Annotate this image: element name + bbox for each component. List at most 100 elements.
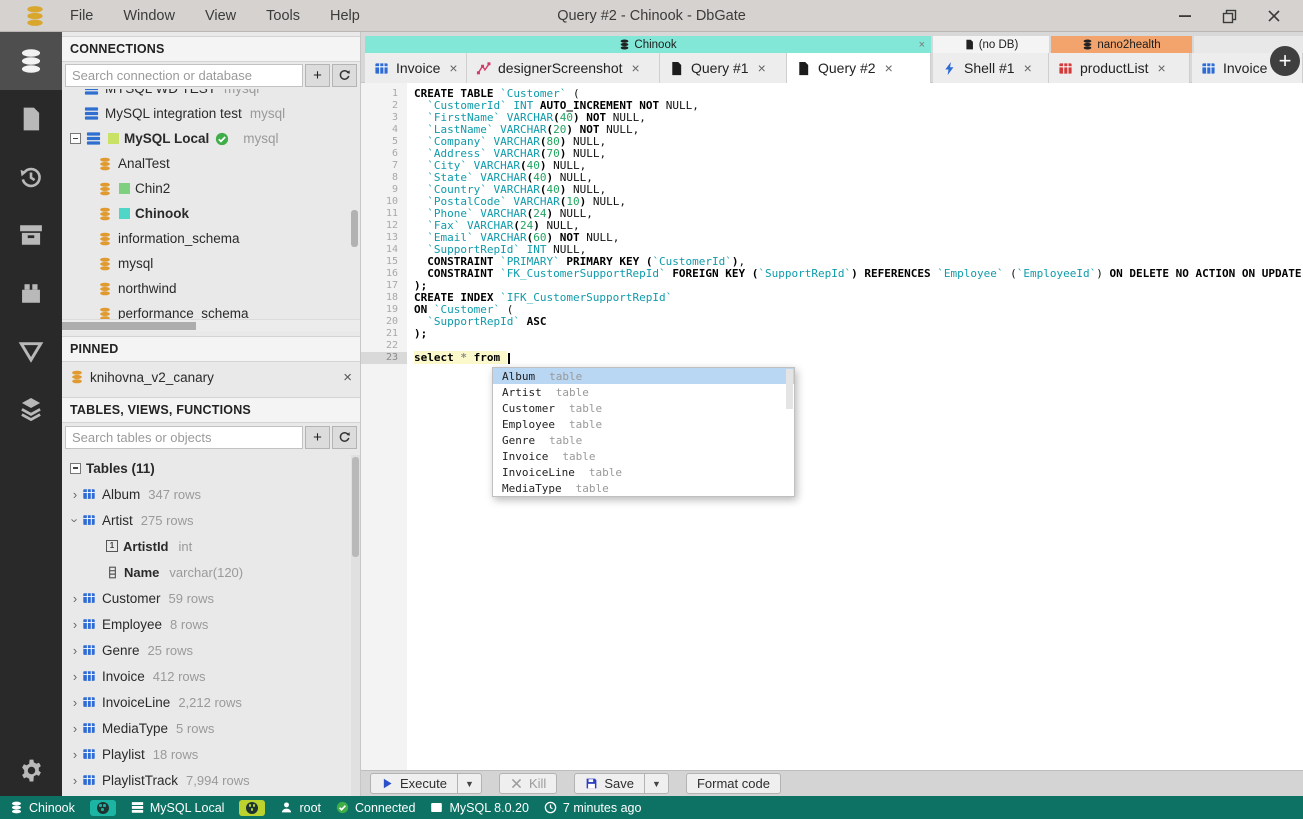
- autocomplete-item-album[interactable]: Album table: [493, 368, 794, 384]
- tab-shell-1[interactable]: Shell #1 ×: [933, 53, 1049, 83]
- status-chinook[interactable]: Chinook: [10, 801, 75, 815]
- tab-invoice[interactable]: Invoice ×: [365, 53, 467, 83]
- refresh-tables-button[interactable]: [332, 426, 357, 449]
- chevron-down-icon[interactable]: ›: [68, 513, 83, 527]
- close-group-icon[interactable]: ×: [919, 39, 925, 51]
- autocomplete-item-artist[interactable]: Artist table: [493, 384, 794, 400]
- chevron-right-icon[interactable]: ›: [68, 669, 82, 684]
- autocomplete-item-invoiceline[interactable]: InvoiceLine table: [493, 464, 794, 480]
- tab-query-2[interactable]: Query #2 ×: [787, 53, 931, 83]
- save-button[interactable]: Save: [574, 773, 645, 794]
- database-mysql[interactable]: mysql: [62, 251, 360, 276]
- code-line-18[interactable]: CREATE INDEX `IFK_CustomerSupportRepId`: [407, 292, 1303, 304]
- database-analtest[interactable]: AnalTest: [62, 151, 360, 176]
- table-row-album[interactable]: › Album 347 rows: [62, 481, 360, 507]
- connections-vertical-scrollbar[interactable]: [351, 210, 358, 247]
- tab-designerscreenshot[interactable]: designerScreenshot ×: [467, 53, 660, 83]
- close-tab-icon[interactable]: ×: [758, 60, 766, 76]
- connection-mysql-local[interactable]: MySQL Local mysql: [62, 126, 360, 151]
- tables-search-input[interactable]: [65, 426, 303, 449]
- chevron-right-icon[interactable]: ›: [68, 643, 82, 658]
- status-mysql-8-0-20[interactable]: MySQL 8.0.20: [430, 801, 529, 815]
- add-table-button[interactable]: +: [305, 426, 330, 449]
- plugins-icon[interactable]: [0, 264, 62, 322]
- database-performance-schema[interactable]: performance_schema: [62, 301, 360, 319]
- table-row-invoiceline[interactable]: › InvoiceLine 2,212 rows: [62, 689, 360, 715]
- chevron-right-icon[interactable]: ›: [68, 773, 82, 788]
- menu-help[interactable]: Help: [330, 8, 360, 24]
- unpin-close-icon[interactable]: ×: [343, 369, 352, 386]
- autocomplete-item-mediatype[interactable]: MediaType table: [493, 480, 794, 496]
- collapse-icon[interactable]: [70, 133, 81, 144]
- table-row-mediatype[interactable]: › MediaType 5 rows: [62, 715, 360, 741]
- database-chinook[interactable]: Chinook: [62, 201, 360, 226]
- connections-search-input[interactable]: [65, 64, 303, 87]
- code-line-22[interactable]: [407, 340, 1303, 352]
- tab-group-nano2health[interactable]: nano2health: [1051, 36, 1192, 53]
- status-connected[interactable]: Connected: [336, 801, 415, 815]
- status-badge[interactable]: [239, 799, 266, 816]
- execute-dropdown-button[interactable]: ▼: [457, 773, 482, 794]
- execute-button[interactable]: Execute: [370, 773, 458, 794]
- tables-group-row[interactable]: Tables (11): [62, 455, 360, 481]
- add-connection-button[interactable]: +: [305, 64, 330, 87]
- table-row-playlist[interactable]: › Playlist 18 rows: [62, 741, 360, 767]
- autocomplete-scrollbar[interactable]: [786, 369, 793, 409]
- database-information-schema[interactable]: information_schema: [62, 226, 360, 251]
- connections-database-icon[interactable]: [0, 32, 62, 90]
- chevron-right-icon[interactable]: ›: [68, 591, 82, 606]
- refresh-connections-button[interactable]: [332, 64, 357, 87]
- autocomplete-item-employee[interactable]: Employee table: [493, 416, 794, 432]
- collapse-icon[interactable]: [70, 462, 81, 474]
- table-row-playlisttrack[interactable]: › PlaylistTrack 7,994 rows: [62, 767, 360, 793]
- code-line-16[interactable]: CONSTRAINT `FK_CustomerSupportRepId` FOR…: [407, 268, 1303, 280]
- save-dropdown-button[interactable]: ▼: [644, 773, 669, 794]
- menu-window[interactable]: Window: [123, 8, 175, 24]
- chevron-right-icon[interactable]: ›: [68, 747, 82, 762]
- restore-button[interactable]: [1222, 9, 1237, 24]
- status-root[interactable]: root: [280, 801, 321, 815]
- format-code-button[interactable]: Format code: [685, 773, 781, 794]
- close-tab-icon[interactable]: ×: [632, 60, 640, 76]
- new-tab-button[interactable]: +: [1270, 46, 1300, 76]
- column-row-artistid[interactable]: 1 ArtistId int: [62, 533, 360, 559]
- connection-mysql-integration-test[interactable]: MySQL integration test mysql: [62, 101, 360, 126]
- connection-mysql-wd-test[interactable]: MYSQL WD TEST mysql: [62, 89, 360, 101]
- table-row-genre[interactable]: › Genre 25 rows: [62, 637, 360, 663]
- table-row-customer[interactable]: › Customer 59 rows: [62, 585, 360, 611]
- tab-group-chinook[interactable]: Chinook ×: [365, 36, 931, 53]
- connections-horizontal-scrollbar[interactable]: [62, 319, 360, 331]
- query-designer-icon[interactable]: [0, 322, 62, 380]
- menu-file[interactable]: File: [70, 8, 93, 24]
- app-layers-icon[interactable]: [0, 380, 62, 438]
- status-badge[interactable]: [89, 799, 116, 816]
- table-row-employee[interactable]: › Employee 8 rows: [62, 611, 360, 637]
- archive-icon[interactable]: [0, 206, 62, 264]
- tables-vertical-scrollbar[interactable]: [351, 455, 360, 796]
- close-tab-icon[interactable]: ×: [885, 60, 893, 76]
- code-line-20[interactable]: `SupportRepId` ASC: [407, 316, 1303, 328]
- chevron-right-icon[interactable]: ›: [68, 721, 82, 736]
- menu-tools[interactable]: Tools: [266, 8, 300, 24]
- code-line-23[interactable]: select * from: [407, 351, 1303, 364]
- table-row-artist[interactable]: › Artist 275 rows: [62, 507, 360, 533]
- minimize-button[interactable]: [1178, 9, 1192, 23]
- files-icon[interactable]: [0, 90, 62, 148]
- close-tab-icon[interactable]: ×: [1024, 60, 1032, 76]
- close-window-button[interactable]: [1267, 9, 1281, 23]
- chevron-right-icon[interactable]: ›: [68, 695, 82, 710]
- tab-query-1[interactable]: Query #1 ×: [660, 53, 787, 83]
- autocomplete-item-invoice[interactable]: Invoice table: [493, 448, 794, 464]
- code-line-21[interactable]: );: [407, 328, 1303, 340]
- database-chin2[interactable]: Chin2: [62, 176, 360, 201]
- chevron-right-icon[interactable]: ›: [68, 617, 82, 632]
- database-northwind[interactable]: northwind: [62, 276, 360, 301]
- tab-group--no-db-[interactable]: (no DB): [933, 36, 1049, 53]
- chevron-right-icon[interactable]: ›: [68, 487, 82, 502]
- column-row-name[interactable]: Name varchar(120): [62, 559, 360, 585]
- status-7-minutes-ago[interactable]: 7 minutes ago: [544, 801, 641, 815]
- autocomplete-item-genre[interactable]: Genre table: [493, 432, 794, 448]
- close-tab-icon[interactable]: ×: [1157, 60, 1165, 76]
- tab-productlist[interactable]: productList ×: [1049, 53, 1190, 83]
- history-icon[interactable]: [0, 148, 62, 206]
